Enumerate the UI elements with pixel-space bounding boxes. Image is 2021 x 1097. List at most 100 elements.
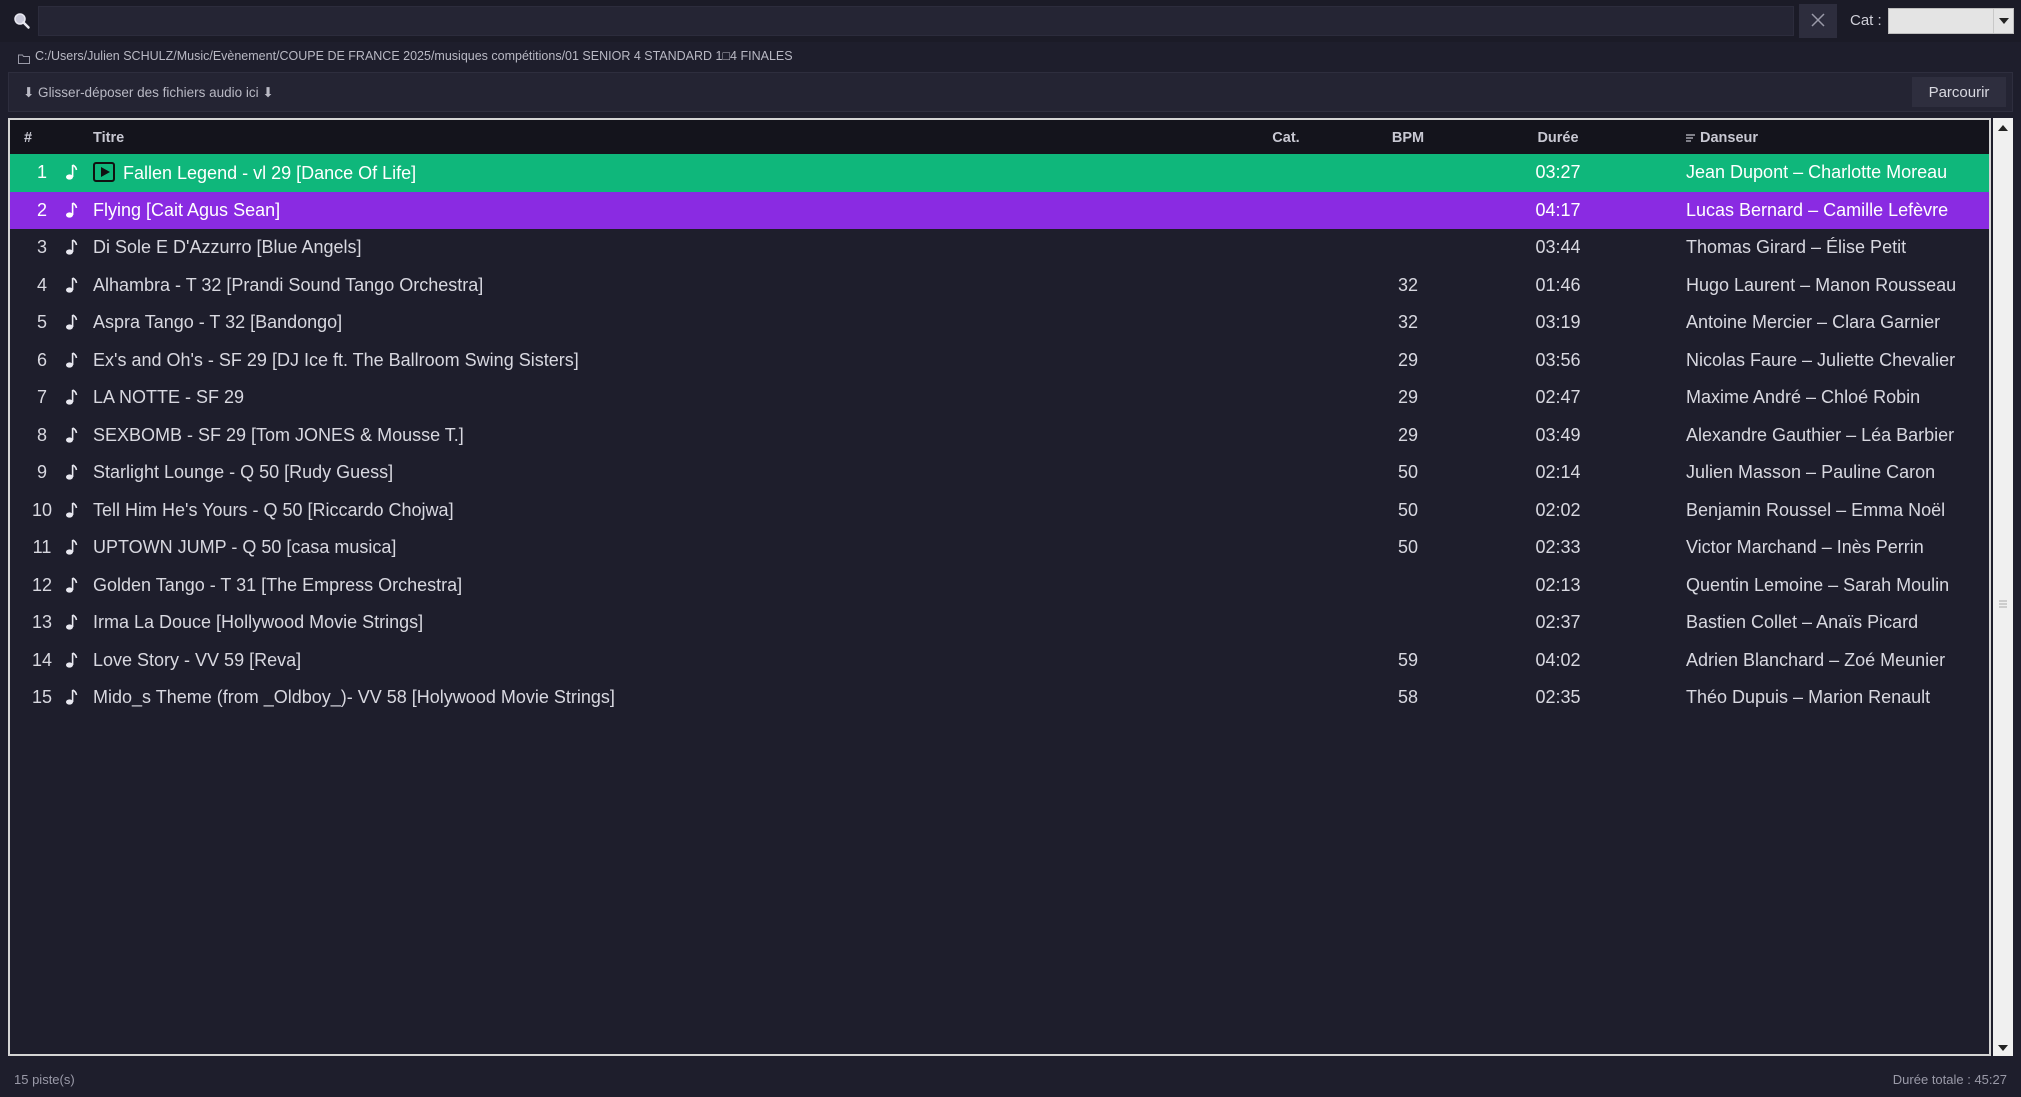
- music-note-icon: [65, 613, 79, 631]
- search-input[interactable]: [38, 6, 1794, 36]
- row-title: UPTOWN JUMP - Q 50 [casa musica]: [93, 537, 396, 558]
- table-row[interactable]: 2 Flying [Cait Agus Sean] 04:17 Lucas Berna…: [10, 191, 1989, 229]
- row-duration: 04:02: [1535, 649, 1581, 670]
- row-title: Aspra Tango - T 32 [Bandongo]: [93, 312, 342, 333]
- music-note-icon: [65, 163, 79, 181]
- scrollbar-grip-icon[interactable]: [1999, 596, 2007, 608]
- table-row[interactable]: 8 SEXBOMB - SF 29 [Tom JONES & Mousse T.]…: [10, 416, 1989, 454]
- scroll-down-button[interactable]: [1993, 1038, 2013, 1056]
- row-title: SEXBOMB - SF 29 [Tom JONES & Mousse T.]: [93, 425, 464, 446]
- row-duration: 03:49: [1535, 424, 1581, 445]
- table-row[interactable]: 10 Tell Him He's Yours - Q 50 [Riccardo C…: [10, 491, 1989, 529]
- table-row[interactable]: 11 UPTOWN JUMP - Q 50 [casa musica] 50 02:3…: [10, 529, 1989, 567]
- category-label: Cat :: [1850, 12, 1882, 29]
- music-note-icon: [65, 351, 79, 369]
- table-row[interactable]: 5 Aspra Tango - T 32 [Bandongo] 32 03:19 Ant…: [10, 304, 1989, 342]
- chevron-down-icon[interactable]: [1993, 9, 2013, 33]
- table-body: 1 Fallen Legend - vl 29 [Dance Of Life] 03…: [10, 154, 1989, 717]
- row-title-text: SEXBOMB - SF 29 [Tom JONES & Mousse T.]: [93, 424, 464, 445]
- row-dancer: Bastien Collet – Anaïs Picard: [1686, 612, 1919, 632]
- folder-icon: [18, 51, 30, 64]
- row-dancer: Thomas Girard – Élise Petit: [1686, 237, 1907, 257]
- row-number: 2: [36, 199, 47, 220]
- column-header-dancer[interactable]: Danseur: [1686, 130, 1758, 146]
- scrollbar-track[interactable]: [1993, 136, 2013, 1038]
- column-header-number[interactable]: #: [24, 130, 32, 146]
- row-title-text: Irma La Douce [Hollywood Movie Strings]: [93, 612, 424, 632]
- music-note-icon: [65, 426, 79, 444]
- music-note-icon: [65, 576, 79, 594]
- table-row[interactable]: 7 LA NOTTE - SF 29 29 02:47 Maxime André – C…: [10, 379, 1989, 417]
- column-header-title[interactable]: Titre: [93, 130, 124, 146]
- column-header-dancer-label: Danseur: [1700, 130, 1759, 146]
- row-bpm: 29: [1397, 424, 1419, 445]
- row-title-text: Tell Him He's Yours - Q 50 [Riccardo Cho…: [93, 499, 454, 520]
- row-title-text: Love Story - VV 59 [Reva]: [93, 649, 302, 670]
- row-dancer: Antoine Mercier – Clara Garnier: [1686, 312, 1941, 332]
- search-icon: [13, 12, 31, 30]
- row-dancer: Jean Dupont – Charlotte Moreau: [1686, 162, 1948, 182]
- column-header-category[interactable]: Cat.: [1272, 130, 1299, 146]
- row-number: 8: [36, 424, 47, 445]
- row-duration: 02:37: [1535, 612, 1581, 632]
- row-title-text: LA NOTTE - SF 29: [93, 387, 245, 407]
- row-bpm: 29: [1397, 387, 1419, 407]
- music-note-icon: [65, 276, 79, 294]
- row-duration: 03:56: [1535, 349, 1581, 370]
- row-duration: 03:44: [1535, 237, 1581, 257]
- table-row[interactable]: 12 Golden Tango - T 31 [The Empress Orche…: [10, 566, 1989, 604]
- row-dancer: Julien Masson – Pauline Caron: [1686, 462, 1936, 482]
- row-title: Golden Tango - T 31 [The Empress Orchest…: [93, 575, 462, 596]
- row-title: Mido_s Theme (from _Oldboy_)- VV 58 [Hol…: [93, 687, 615, 708]
- table-row[interactable]: 4 Alhambra - T 32 [Prandi Sound Tango Orc…: [10, 266, 1989, 304]
- row-dancer: Hugo Laurent – Manon Rousseau: [1686, 274, 1957, 295]
- row-title: Irma La Douce [Hollywood Movie Strings]: [93, 612, 423, 633]
- row-title: Tell Him He's Yours - Q 50 [Riccardo Cho…: [93, 500, 454, 521]
- music-note-icon: [65, 313, 79, 331]
- table-row[interactable]: 14 Love Story - VV 59 [Reva] 59 04:02 Adrien…: [10, 641, 1989, 679]
- category-select[interactable]: [1888, 8, 2014, 34]
- row-title-text: Flying [Cait Agus Sean]: [93, 199, 281, 220]
- row-number: 15: [32, 687, 53, 707]
- column-header-bpm[interactable]: BPM: [1392, 130, 1424, 146]
- row-dancer: Maxime André – Chloé Robin: [1686, 387, 1921, 407]
- scroll-up-button[interactable]: [1993, 118, 2013, 136]
- music-note-icon: [65, 388, 79, 406]
- vertical-scrollbar[interactable]: [1993, 118, 2013, 1056]
- row-bpm: 50: [1397, 537, 1419, 557]
- column-header-duration[interactable]: Durée: [1537, 130, 1578, 146]
- arrow-down-icon: [1998, 1038, 2008, 1056]
- browse-button[interactable]: Parcourir: [1912, 77, 2006, 107]
- file-drop-zone[interactable]: ⬇ Glisser-déposer des fichiers audio ici…: [8, 72, 2013, 112]
- table-row[interactable]: 15 Mido_s Theme (from _Oldboy_)- VV 58 [H…: [10, 679, 1989, 717]
- row-bpm: 58: [1397, 687, 1419, 707]
- row-dancer: Alexandre Gauthier – Léa Barbier: [1686, 424, 1955, 445]
- row-bpm: 50: [1397, 499, 1419, 520]
- row-number: 1: [36, 162, 47, 182]
- row-duration: 02:47: [1535, 387, 1581, 407]
- row-dancer: Adrien Blanchard – Zoé Meunier: [1686, 649, 1946, 670]
- sort-icon: [1686, 131, 1695, 142]
- row-number: 14: [32, 649, 53, 670]
- table-row[interactable]: 9 Starlight Lounge - Q 50 [Rudy Guess] 50 0…: [10, 454, 1989, 492]
- row-bpm: 32: [1397, 274, 1419, 295]
- table-row[interactable]: 13 Irma La Douce [Hollywood Movie Strings…: [10, 604, 1989, 642]
- clear-search-button[interactable]: [1799, 4, 1837, 38]
- row-bpm: 59: [1397, 649, 1419, 670]
- row-number: 3: [36, 237, 47, 257]
- music-note-icon: [65, 688, 79, 706]
- table-row[interactable]: 3 Di Sole E D'Azzurro [Blue Angels] 03:44 T…: [10, 229, 1989, 267]
- table-row[interactable]: 6 Ex's and Oh's - SF 29 [DJ Ice ft. The B…: [10, 341, 1989, 379]
- row-duration: 01:46: [1535, 274, 1581, 295]
- table-row[interactable]: 1 Fallen Legend - vl 29 [Dance Of Life] 03…: [10, 154, 1989, 192]
- row-title-text: Golden Tango - T 31 [The Empress Orchest…: [93, 574, 463, 595]
- row-title: Flying [Cait Agus Sean]: [93, 200, 280, 221]
- row-bpm: 32: [1397, 312, 1419, 332]
- row-number: 4: [36, 274, 47, 295]
- row-dancer: Nicolas Faure – Juliette Chevalier: [1686, 349, 1956, 370]
- music-note-icon: [65, 238, 79, 256]
- music-note-icon: [65, 651, 79, 669]
- row-title: Starlight Lounge - Q 50 [Rudy Guess]: [93, 462, 393, 483]
- row-title-text: UPTOWN JUMP - Q 50 [casa musica]: [93, 537, 397, 557]
- row-dancer: Benjamin Roussel – Emma Noël: [1686, 499, 1946, 520]
